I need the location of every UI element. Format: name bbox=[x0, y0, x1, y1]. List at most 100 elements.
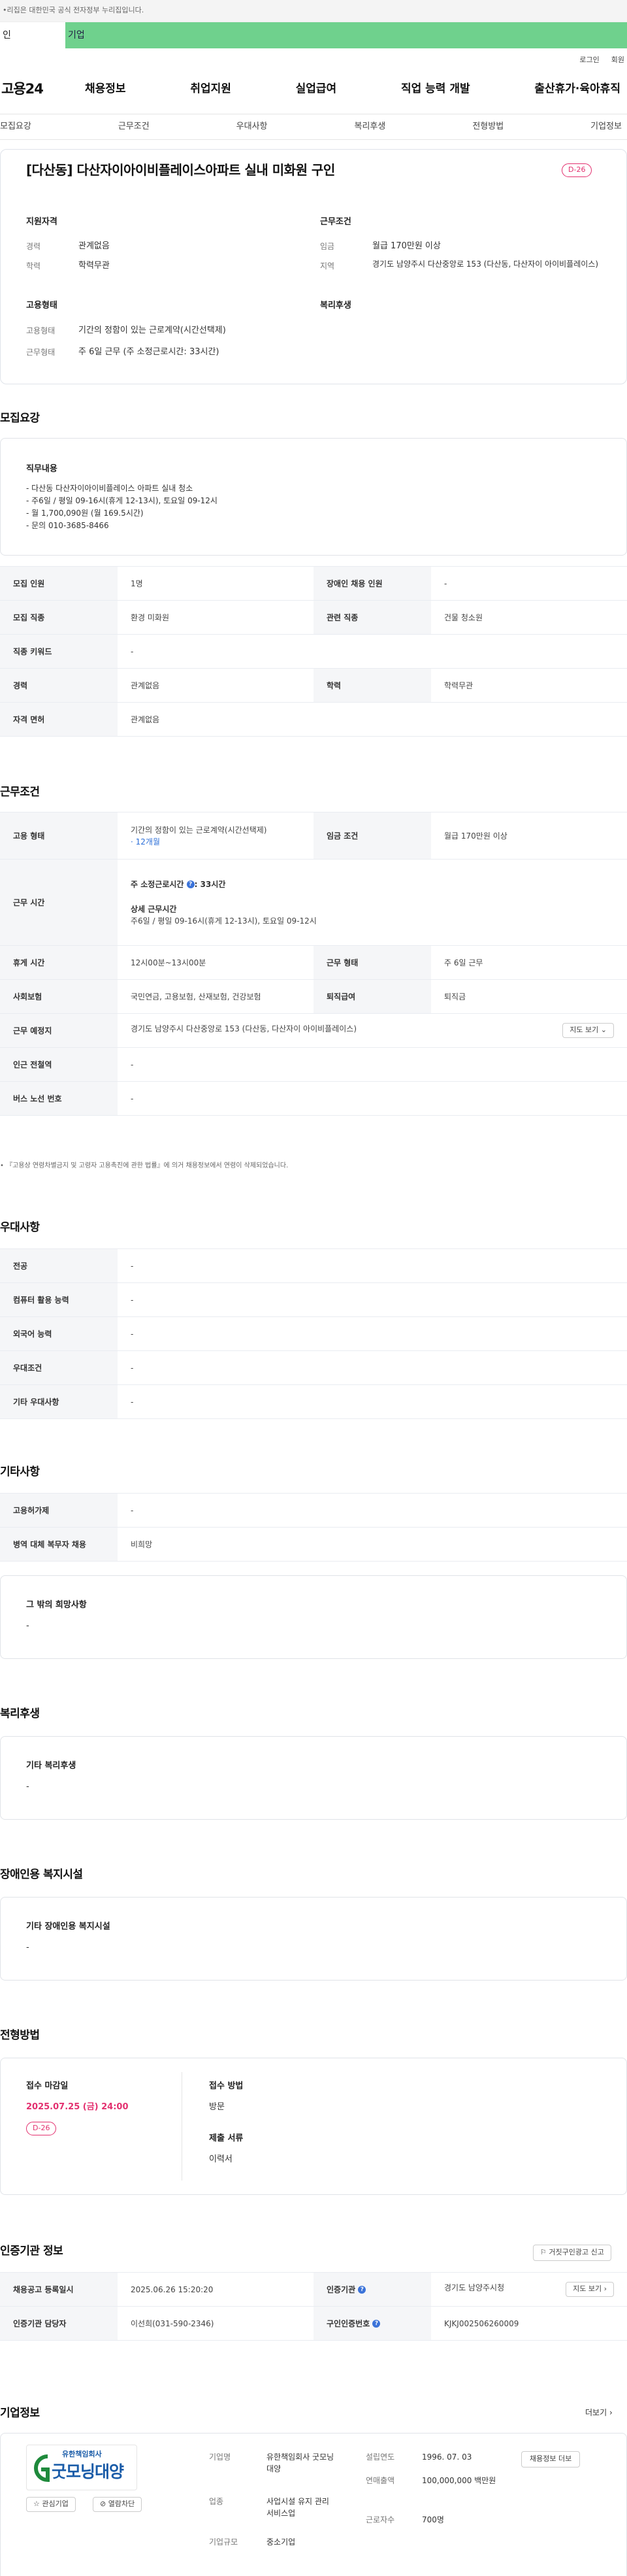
org-key: 인증기관 bbox=[327, 2284, 356, 2294]
recruit-section-title: 모집요강 bbox=[0, 412, 40, 425]
select-section-title: 전형방법 bbox=[0, 2029, 40, 2042]
row-value: - bbox=[118, 634, 627, 669]
qual-title: 지원자격 bbox=[26, 217, 57, 227]
work-table: 고용 형태 기간의 정함이 있는 근로계약(시간선택제) · 12개월 임금 조건… bbox=[0, 812, 627, 1116]
table-row: 휴게 시간 12시00분~13시00분 근무 형태 주 6일 근무 bbox=[0, 945, 627, 980]
tab-company[interactable]: 기업정보 bbox=[590, 120, 622, 133]
company-more-link[interactable]: 더보기 › bbox=[585, 2407, 613, 2418]
welfare-box bbox=[0, 1736, 627, 1820]
pref-table: 전공 - 컴퓨터 활용 능력 - 외국어 능력 - 우대조건 - 기타 우대사항 - bbox=[0, 1248, 627, 1419]
tab-preferences[interactable]: 우대사항 bbox=[236, 120, 268, 133]
tab-welfare[interactable]: 복리후생 bbox=[354, 120, 385, 133]
row-value: 학력무관 bbox=[431, 668, 627, 703]
report-fake-ad-button[interactable]: ⚐ 거짓구인광고 신고 bbox=[533, 2245, 611, 2261]
place-value: 경기도 남양주시 다산중앙로 153 (다산동, 다산자이 아이비플레이스) bbox=[131, 1024, 357, 1034]
pref-section-title: 우대사항 bbox=[0, 1221, 40, 1234]
row-key: 직종 키워드 bbox=[0, 634, 118, 669]
insurance-key: 사회보험 bbox=[0, 979, 118, 1014]
row-key: 외국어 능력 bbox=[0, 1316, 118, 1351]
info-icon[interactable]: ? bbox=[186, 880, 195, 888]
row-value: - bbox=[118, 1316, 627, 1351]
tab-conditions[interactable]: 근무조건 bbox=[118, 120, 150, 133]
org-map-label: 지도 보기 bbox=[573, 2284, 602, 2294]
table-row: 병역 대체 복무자 채용 비희망 bbox=[0, 1527, 627, 1562]
table-row: 외국어 능력 - bbox=[0, 1316, 627, 1351]
insurance-value: 국민연금, 고용보험, 산재보험, 건강보험 bbox=[118, 979, 314, 1014]
size-value: 중소기업 bbox=[266, 2537, 296, 2547]
tab-selection[interactable]: 전형방법 bbox=[472, 120, 504, 133]
name-value: 유한책임회사 굿모닝대양 bbox=[266, 2452, 334, 2473]
more-label: 더보기 bbox=[585, 2408, 607, 2417]
login-link[interactable]: 로그인 bbox=[579, 55, 599, 65]
disab-section-title: 장애인용 복지시설 bbox=[0, 1868, 83, 1881]
deadline-value: 2025.07.25 (금) 24:00 bbox=[26, 2102, 129, 2112]
favorite-company-button[interactable]: ☆ 관심기업 bbox=[26, 2497, 76, 2512]
age-note: • 『고용상 연령차별금지 및 고령자 고용촉진에 관한 법률』에 의거 채용정… bbox=[0, 1162, 289, 1169]
bus-key: 버스 노선 번호 bbox=[0, 1081, 118, 1116]
gnb-item-unemployment-benefit[interactable]: 실업급여 bbox=[296, 81, 337, 98]
tab-business[interactable]: 기업 bbox=[65, 22, 627, 48]
hope-box bbox=[0, 1575, 627, 1659]
info-icon[interactable]: ? bbox=[372, 2320, 381, 2328]
gnb-item-jobs[interactable]: 채용정보 bbox=[85, 81, 126, 98]
recruit-table: 모집 인원 1명 장애인 채용 인원 - 모집 직종 환경 미화원 관련 직종 건물 청소원… bbox=[0, 566, 627, 737]
row-key: 컴퓨터 활용 능력 bbox=[0, 1282, 118, 1317]
place-key: 근무 예정지 bbox=[0, 1013, 118, 1048]
wage-value: 월급 170만원 이상 bbox=[372, 241, 441, 251]
org-map-button[interactable]: 지도 보기 › bbox=[566, 2282, 614, 2297]
edu-label: 학력 bbox=[26, 261, 41, 271]
welfare-box-title: 기타 복리후생 bbox=[26, 1761, 76, 1771]
mgr-key: 인증기관 담당자 bbox=[0, 2306, 118, 2341]
form-key: 근무 형태 bbox=[314, 945, 431, 980]
table-row: 직종 키워드 - bbox=[0, 634, 627, 669]
duty-text: - 다산동 다산자이아이비플레이스 아파트 실내 청소 - 주6일 / 평일 0… bbox=[26, 482, 217, 532]
company-logo: 유한책임회사 굿모닝대양 bbox=[26, 2445, 137, 2490]
reg-value: 2025.06.26 15:20:20 bbox=[118, 2272, 314, 2307]
table-row: 근무 예정지 경기도 남양주시 다산중앙로 153 (다산동, 다산자이 아이비… bbox=[0, 1013, 627, 1048]
docs-value: 이력서 bbox=[209, 2154, 233, 2164]
emp-key: 고용 형태 bbox=[0, 812, 118, 860]
worktype-label: 근무형태 bbox=[26, 348, 56, 357]
report-icon: ⚐ bbox=[540, 2248, 547, 2256]
deadline-title: 접수 마감일 bbox=[26, 2081, 69, 2091]
hours-detail-title: 상세 근무시간 bbox=[131, 904, 177, 914]
page-title: [다산동] 다산자이아이비플레이스아파트 실내 미화원 구인 bbox=[26, 162, 335, 178]
emp-label: 고용형태 bbox=[26, 326, 56, 335]
industry-key: 업종 bbox=[209, 2497, 224, 2506]
company-jobs-button[interactable]: 채용정보 더보 bbox=[521, 2451, 581, 2467]
table-row: 사회보험 국민연금, 고용보험, 산재보험, 건강보험 퇴직급여 퇴직금 bbox=[0, 979, 627, 1014]
disab-box bbox=[0, 1897, 627, 1981]
gnb-item-employment-support[interactable]: 취업지원 bbox=[190, 81, 231, 98]
gnb-item-parental-leave[interactable]: 출산휴가·육아휴직 bbox=[534, 81, 620, 98]
row-value: - bbox=[118, 1282, 627, 1317]
hours-main-value: : 33시간 bbox=[194, 879, 226, 889]
hours-detail-value: 주6일 / 평일 09-16시(휴게 12-13시), 토요일 09-12시 bbox=[131, 916, 317, 926]
table-row: 근무 시간 주 소정근로시간 ?: 33시간 상세 근무시간 주6일 / 평일 … bbox=[0, 859, 627, 946]
favorite-label: 관심기업 bbox=[42, 2500, 69, 2508]
table-row: 고용 형태 기간의 정함이 있는 근로계약(시간선택제) · 12개월 임금 조건… bbox=[0, 812, 627, 860]
block-view-button[interactable]: ⊘ 열람차단 bbox=[93, 2497, 142, 2512]
row-key: 병역 대체 복무자 채용 bbox=[0, 1527, 118, 1562]
tab-personal[interactable]: 인 bbox=[0, 22, 65, 48]
join-link[interactable]: 회원 bbox=[611, 55, 624, 65]
map-button-label: 지도 보기 bbox=[570, 1026, 599, 1035]
duty-line: - 다산동 다산자이아이비플레이스 아파트 실내 청소 bbox=[26, 484, 193, 493]
bus-value: - bbox=[118, 1081, 627, 1116]
row-key: 경력 bbox=[0, 668, 118, 703]
company-section-title: 기업정보 bbox=[0, 2407, 40, 2420]
welfare-section-title: 복리후생 bbox=[0, 1707, 40, 1720]
gnb-item-skills[interactable]: 직업 능력 개발 bbox=[401, 81, 470, 98]
row-key: 기타 우대사항 bbox=[0, 1384, 118, 1419]
site-logo[interactable]: 고용24 bbox=[0, 79, 65, 100]
cert-section-title: 인증기관 정보 bbox=[0, 2245, 63, 2258]
etc-table: 고용허가제 - 병역 대체 복무자 채용 비희망 bbox=[0, 1493, 627, 1562]
wage-cond-value: 월급 170만원 이상 bbox=[431, 812, 627, 860]
info-icon[interactable]: ? bbox=[358, 2286, 366, 2294]
hours-key: 근무 시간 bbox=[0, 859, 118, 946]
tab-recruit[interactable]: 모집요강 bbox=[0, 120, 31, 133]
row-value: - bbox=[118, 1384, 627, 1419]
table-row: 모집 직종 환경 미화원 관련 직종 건물 청소원 bbox=[0, 600, 627, 635]
hours-main-label: 주 소정근로시간 bbox=[131, 879, 184, 889]
map-button[interactable]: 지도 보기 ⌄ bbox=[562, 1023, 614, 1038]
logo-big-text: 굿모닝대양 bbox=[52, 2462, 124, 2481]
